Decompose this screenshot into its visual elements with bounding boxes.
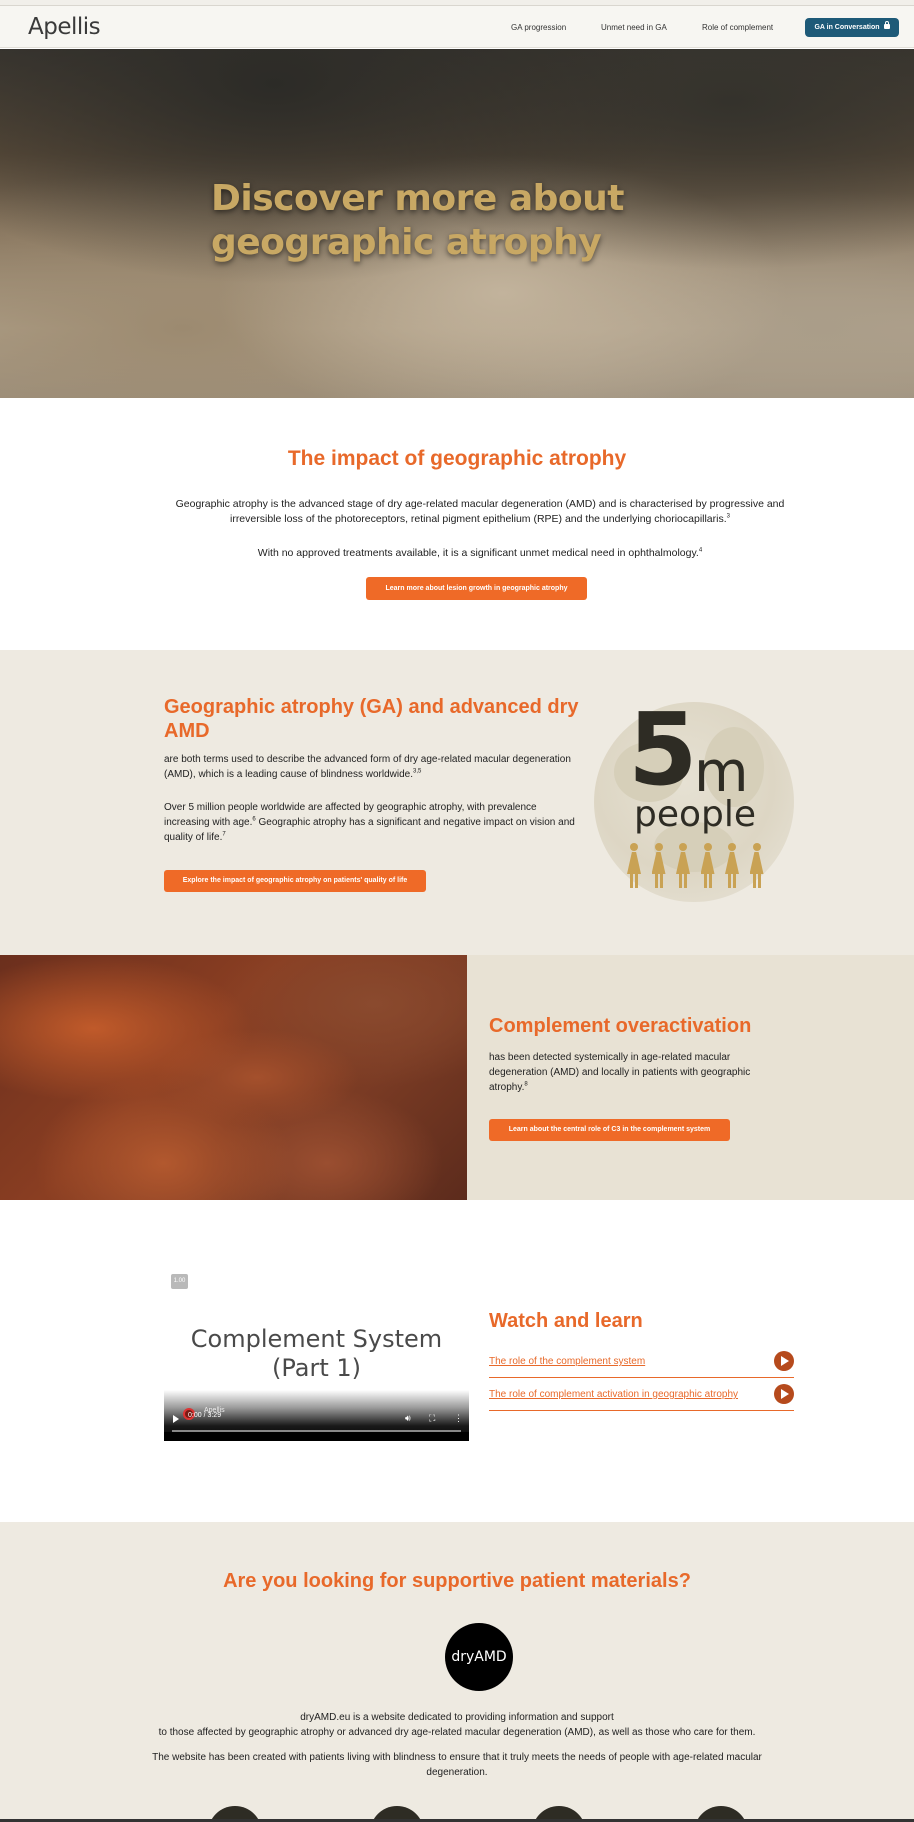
play-circle-icon[interactable]	[774, 1351, 794, 1371]
stat-label: people	[634, 794, 757, 835]
ga-paragraph-1: are both terms used to describe the adva…	[164, 754, 571, 780]
ga-title: Geographic atrophy (GA) and advanced dry…	[164, 696, 579, 742]
person-icon	[674, 843, 692, 889]
hero-banner: Discover more about geographic atrophy	[0, 49, 914, 398]
complement-image	[0, 955, 467, 1200]
stat-number: 5	[628, 691, 698, 808]
stat-unit: m	[694, 740, 749, 805]
video-title: Complement System (Part 1)	[190, 1325, 443, 1382]
person-icon	[723, 843, 741, 889]
ga-paragraph-2: Over 5 million people worldwide are affe…	[164, 802, 575, 843]
volume-icon[interactable]: 🔊︎	[405, 1413, 411, 1424]
materials-title: Are you looking for supportive patient m…	[223, 1570, 691, 1592]
person-icon	[650, 843, 668, 889]
playback-speed-badge[interactable]: 1.00	[171, 1274, 188, 1289]
person-icon	[699, 843, 717, 889]
impact-paragraph-2: With no approved treatments available, i…	[257, 547, 703, 559]
nav-ga-progression[interactable]: GA progression	[511, 23, 566, 32]
hero-title: Discover more about geographic atrophy	[211, 178, 624, 263]
person-icon	[748, 843, 766, 889]
video-time: 0:00 / 3:29	[188, 1412, 222, 1419]
more-options-icon[interactable]: ⋮	[454, 1413, 463, 1424]
quality-of-life-button[interactable]: Explore the impact of geographic atrophy…	[164, 870, 426, 892]
materials-paragraph-1: dryAMD.eu is a website dedicated to prov…	[158, 1712, 756, 1738]
materials-paragraph-2: The website has been created with patien…	[152, 1752, 762, 1778]
lesion-growth-button[interactable]: Learn more about lesion growth in geogra…	[366, 577, 587, 600]
impact-title: The impact of geographic atrophy	[287, 447, 627, 470]
site-header: Apellis GA progression Unmet need in GA …	[0, 6, 914, 48]
nav-role-of-complement[interactable]: Role of complement	[702, 23, 773, 32]
nav-unmet-need[interactable]: Unmet need in GA	[601, 23, 667, 32]
patient-materials-section: Are you looking for supportive patient m…	[0, 1522, 914, 1822]
watch-item[interactable]: The role of complement activation in geo…	[489, 1379, 794, 1411]
play-icon[interactable]	[173, 1415, 179, 1423]
fullscreen-icon[interactable]: ⛶	[429, 1413, 435, 1424]
ga-in-conversation-label: GA in Conversation	[814, 24, 880, 31]
video-bottom-bar	[164, 1432, 469, 1441]
watch-item[interactable]: The role of the complement system	[489, 1346, 794, 1378]
complement-title: Complement overactivation	[489, 1015, 752, 1037]
ga-section: Geographic atrophy (GA) and advanced dry…	[0, 650, 914, 955]
c3-role-button[interactable]: Learn about the central role of C3 in th…	[489, 1119, 730, 1141]
video-player[interactable]: Complement System (Part 1) Apellis 0:00 …	[164, 1300, 469, 1441]
lock-icon	[883, 21, 890, 29]
watch-link[interactable]: The role of complement activation in geo…	[489, 1389, 738, 1400]
play-circle-icon[interactable]	[774, 1384, 794, 1404]
watch-title: Watch and learn	[489, 1310, 643, 1332]
complement-paragraph: has been detected systemically in age-re…	[489, 1052, 751, 1093]
ga-in-conversation-button[interactable]: GA in Conversation	[805, 18, 899, 37]
watch-link[interactable]: The role of the complement system	[489, 1356, 645, 1367]
apellis-logo[interactable]: Apellis	[28, 14, 101, 40]
dryamd-logo[interactable]: dryAMD	[445, 1623, 513, 1691]
impact-paragraph-1: Geographic atrophy is the advanced stage…	[175, 498, 785, 525]
person-icon	[625, 843, 643, 889]
